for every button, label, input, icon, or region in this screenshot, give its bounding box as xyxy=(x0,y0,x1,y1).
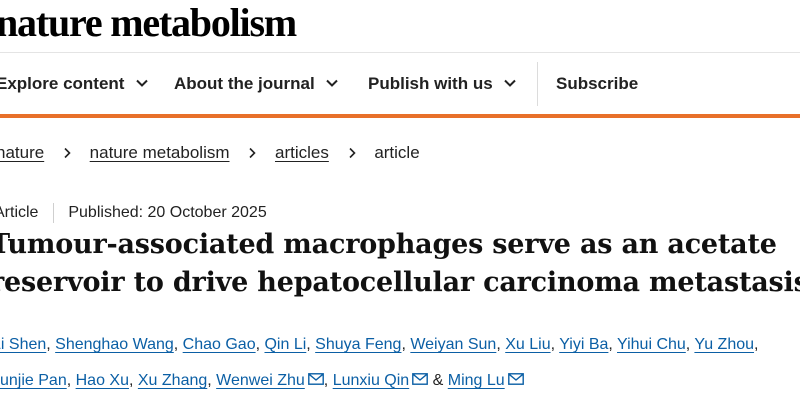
author-link[interactable]: Yiyi Ba xyxy=(559,336,608,353)
author-link[interactable]: Xu Zhang xyxy=(138,372,207,389)
nav-publish-with-us-label: Publish with us xyxy=(368,74,493,93)
chevron-down-icon xyxy=(326,79,339,87)
chevron-right-icon xyxy=(349,147,356,158)
author-link[interactable]: Shuya Feng xyxy=(315,336,401,353)
author-link[interactable]: Shenghao Wang xyxy=(55,336,174,353)
author-link[interactable]: Yu Zhou xyxy=(694,336,754,353)
nav-about-the-journal-label: About the journal xyxy=(174,74,315,93)
author-line-1: Li Shen, Shenghao Wang, Chao Gao, Qin Li… xyxy=(0,327,800,363)
author-link[interactable]: Junjie Pan xyxy=(0,372,67,389)
author-link[interactable]: Wenwei Zhu xyxy=(216,372,305,389)
authors-connector: & xyxy=(432,372,444,389)
breadcrumb-current: article xyxy=(374,143,420,162)
header-divider xyxy=(0,52,800,53)
nav-publish-with-us[interactable]: Publish with us xyxy=(368,62,517,106)
publish-date: Published: 20 October 2025 xyxy=(68,204,267,221)
meta-divider xyxy=(52,202,54,223)
author-list: Li Shen, Shenghao Wang, Chao Gao, Qin Li… xyxy=(0,327,800,399)
chevron-right-icon xyxy=(64,147,71,158)
mail-icon[interactable] xyxy=(307,373,324,386)
author-link[interactable]: Ming Lu xyxy=(448,372,505,389)
author-link[interactable]: Weiyan Sun xyxy=(410,336,496,353)
mail-icon[interactable] xyxy=(412,373,429,386)
article-type: Article xyxy=(0,204,39,221)
chevron-down-icon xyxy=(504,79,517,87)
author-link[interactable]: Yihui Chu xyxy=(617,336,686,353)
nav-divider xyxy=(537,62,538,106)
article-meta: Article Published: 20 October 2025 xyxy=(0,201,267,225)
nav-about-the-journal[interactable]: About the journal xyxy=(174,62,339,106)
article-title: Tumour-associated macrophages serve as a… xyxy=(0,226,800,302)
chevron-down-icon xyxy=(136,79,148,87)
article-title-line-1: Tumour-associated macrophages serve as a… xyxy=(0,229,777,260)
author-link[interactable]: Xu Liu xyxy=(505,336,550,353)
author-link[interactable]: Qin Li xyxy=(264,336,306,353)
author-link[interactable]: Lunxiu Qin xyxy=(333,372,410,389)
journal-logo[interactable]: nature metabolism xyxy=(0,0,297,46)
breadcrumb-link-articles[interactable]: articles xyxy=(275,143,329,162)
breadcrumb-link-nature[interactable]: nature xyxy=(0,143,44,162)
accent-bar xyxy=(0,114,800,118)
author-line-2: Junjie Pan, Hao Xu, Xu Zhang, Wenwei Zhu… xyxy=(0,363,800,399)
chevron-right-icon xyxy=(249,147,256,158)
author-link[interactable]: Chao Gao xyxy=(183,336,256,353)
main-nav: Explore content About the journal Publis… xyxy=(0,62,800,106)
breadcrumb-link-nature-metabolism[interactable]: nature metabolism xyxy=(90,143,230,162)
mail-icon[interactable] xyxy=(507,373,524,386)
author-link[interactable]: Hao Xu xyxy=(76,372,129,389)
author-link[interactable]: Li Shen xyxy=(0,336,46,353)
nav-subscribe[interactable]: Subscribe xyxy=(556,62,638,106)
nav-explore-content-label: Explore content xyxy=(0,74,125,93)
article-title-line-2: reservoir to drive hepatocellular carcin… xyxy=(0,267,800,298)
nav-explore-content[interactable]: Explore content xyxy=(0,62,149,106)
breadcrumb: nature nature metabolism articles articl… xyxy=(0,140,420,166)
